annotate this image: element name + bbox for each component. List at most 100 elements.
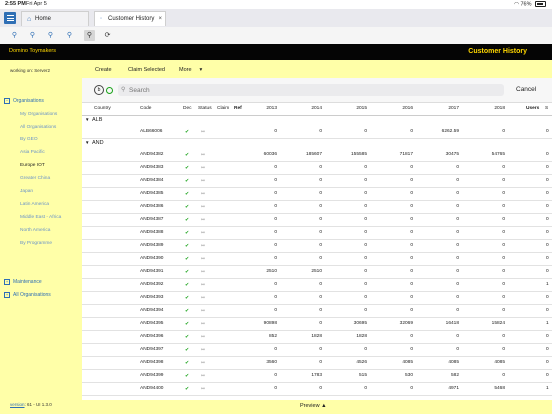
col-2017[interactable]: 2017 (448, 106, 459, 111)
link-icon[interactable]: ⚯ (201, 204, 205, 210)
caret-down-icon[interactable]: ▼ (85, 140, 89, 145)
table-row[interactable]: AND94389 ✔ ⚯ 0 0 0 0 0 0 0 (82, 239, 552, 253)
table-row[interactable]: AND94393 ✔ ⚯ 0 0 0 0 0 0 0 (82, 291, 552, 305)
table-row[interactable]: AND94394 ✔ ⚯ 0 0 0 0 0 0 0 (82, 304, 552, 318)
link-icon[interactable]: ⚯ (201, 360, 205, 366)
table-row[interactable]: AND94384 ✔ ⚯ 0 0 0 0 0 0 0 (82, 174, 552, 188)
table-row[interactable]: AND94400 ✔ ⚯ 0 0 0 0 4971 5468 1 (82, 382, 552, 396)
link-icon[interactable]: ⚯ (201, 308, 205, 314)
group-row[interactable]: ▼ AND (82, 138, 552, 148)
menu-icon[interactable] (4, 12, 16, 24)
link-icon[interactable]: ⚯ (201, 386, 205, 392)
cell-year-value: 0 (502, 269, 505, 274)
sidebar-item-greater-china[interactable]: Greater China (20, 176, 50, 181)
checkmark-icon: ✔ (185, 229, 190, 236)
link-icon[interactable]: ⚯ (201, 347, 205, 353)
cell-year-value: 4085 (402, 360, 413, 365)
claim-selected-button[interactable]: Claim Selected (128, 67, 165, 73)
col-code[interactable]: Code (140, 106, 151, 111)
table-row[interactable]: AND94390 ✔ ⚯ 0 0 0 0 0 0 0 (82, 252, 552, 266)
cancel-button[interactable]: Cancel (516, 86, 536, 93)
link-icon[interactable]: ⚯ (201, 269, 205, 275)
sidebar-item-europe-iot[interactable]: Europe IOT (20, 163, 45, 168)
table-row[interactable]: AND94395 ✔ ⚯ 90898 0 30695 32069 16418 15824 1 (82, 317, 552, 331)
table-row[interactable]: AND94386 ✔ ⚯ 0 0 0 0 0 0 0 (82, 200, 552, 214)
tab-home[interactable]: ⌂ Home (21, 11, 89, 26)
table-row[interactable]: ALB66006 ✔ ⚯ 0 0 0 0 6262.59 0 0 (82, 125, 552, 139)
tool-a-icon[interactable]: ⚲ (9, 30, 20, 41)
sidebar-section-organisations[interactable]: − Organisations (4, 98, 44, 104)
col-s[interactable]: S (545, 106, 548, 111)
col-2014[interactable]: 2014 (311, 106, 322, 111)
link-icon[interactable]: ⚯ (201, 282, 205, 288)
search-input[interactable] (129, 85, 489, 95)
table-row[interactable]: AND94396 ✔ ⚯ 852 1828 1828 0 0 0 0 (82, 330, 552, 344)
table-row[interactable]: AND94397 ✔ ⚯ 0 0 0 0 0 0 0 (82, 343, 552, 357)
tool-c-icon[interactable]: ⚲ (45, 30, 56, 41)
table-row[interactable]: AND94392 ✔ ⚯ 0 0 0 0 0 0 1 (82, 278, 552, 292)
status-dot-icon[interactable] (106, 86, 113, 94)
col-dec[interactable]: Dec (183, 106, 192, 111)
col-country[interactable]: Country (94, 106, 111, 111)
link-icon[interactable]: ⚯ (201, 178, 205, 184)
sidebar-item-north-america[interactable]: North America (20, 228, 50, 233)
table-row[interactable]: AND94383 ✔ ⚯ 0 0 0 0 0 0 0 (82, 161, 552, 175)
group-row[interactable]: ▼ ALB (82, 115, 552, 125)
link-icon[interactable]: ⚯ (201, 256, 205, 262)
sidebar-item-japan[interactable]: Japan (20, 189, 33, 194)
table-row[interactable]: AND94388 ✔ ⚯ 0 0 0 0 0 0 0 (82, 226, 552, 240)
sidebar-item-my-organisations[interactable]: My Organisations (20, 112, 57, 117)
table-row[interactable]: AND94398 ✔ ⚯ 3560 0 4526 4085 4085 4085 0 (82, 356, 552, 370)
col-2016[interactable]: 2016 (402, 106, 413, 111)
link-icon[interactable]: ⚯ (201, 165, 205, 171)
cell-year-value: 0 (274, 129, 277, 134)
table-row[interactable]: AND94387 ✔ ⚯ 0 0 0 0 0 0 0 (82, 213, 552, 227)
col-claim[interactable]: Claim (217, 106, 229, 111)
col-ref[interactable]: Ref (234, 106, 242, 111)
col-2018[interactable]: 2018 (494, 106, 505, 111)
col-2013[interactable]: 2013 (266, 106, 277, 111)
checkmark-icon: ✔ (185, 281, 190, 288)
col-2015[interactable]: 2015 (356, 106, 367, 111)
link-icon[interactable]: ⚯ (201, 334, 205, 340)
link-icon[interactable]: ⚯ (201, 321, 205, 327)
link-icon[interactable]: ⚯ (201, 191, 205, 197)
tab-customer-history[interactable]: ▫ Customer History × (94, 11, 166, 26)
sidebar-item-middle-east-africa[interactable]: Middle East - Africa (20, 215, 61, 220)
col-status[interactable]: Status (198, 106, 212, 111)
sidebar-section-label: Maintenance (13, 279, 42, 285)
link-icon[interactable]: ⚯ (201, 295, 205, 301)
tool-d-icon[interactable]: ⚲ (64, 30, 75, 41)
preview-toggle[interactable]: Preview ▲ (300, 403, 327, 409)
sidebar-section-maintenance[interactable]: + Maintenance (4, 279, 42, 285)
sidebar-item-by-geo[interactable]: By GEO (20, 137, 38, 142)
col-users[interactable]: Users (526, 106, 539, 111)
search-tool-icon[interactable]: ⚲ (84, 30, 95, 41)
refresh-icon[interactable]: ⟳ (102, 30, 113, 41)
link-icon[interactable]: ⚯ (201, 230, 205, 236)
tool-b-icon[interactable]: ⚲ (27, 30, 38, 41)
cell-year-value: 0 (456, 243, 459, 248)
cell-year-value: 0 (274, 347, 277, 352)
caret-down-icon[interactable]: ▼ (85, 117, 89, 122)
create-button[interactable]: Create (95, 67, 112, 73)
table-row[interactable]: AND94391 ✔ ⚯ 2510 2510 0 0 0 0 0 (82, 265, 552, 279)
sidebar-item-all-organisations[interactable]: All Organisations (20, 125, 56, 130)
cell-year-value: 0 (502, 129, 505, 134)
link-icon[interactable]: ⚯ (201, 217, 205, 223)
sidebar-section-all-organisations[interactable]: + All Organisations (4, 292, 51, 298)
link-icon[interactable]: ⚯ (201, 152, 205, 158)
sidebar-item-asia-pacific[interactable]: Asia Pacific (20, 150, 45, 155)
table-row[interactable]: AND94382 ✔ ⚯ 60036 185607 155585 71817 30475 547… (82, 148, 552, 162)
sidebar-item-latin-america[interactable]: Latin America (20, 202, 49, 207)
more-button[interactable]: More ▾ (179, 67, 202, 73)
sidebar-item-by-programme[interactable]: By Programme (20, 241, 52, 246)
close-icon[interactable]: × (158, 16, 162, 22)
version-link[interactable]: version (10, 402, 25, 407)
table-row[interactable]: AND94399 ✔ ⚯ 0 1783 515 530 582 0 0 (82, 369, 552, 383)
link-icon[interactable]: ⚯ (201, 243, 205, 249)
table-row[interactable]: AND94385 ✔ ⚯ 0 0 0 0 0 0 0 (82, 187, 552, 201)
filter-toggle-icon[interactable]: b (94, 85, 104, 95)
link-icon[interactable]: ⚯ (201, 373, 205, 379)
link-icon[interactable]: ⚯ (201, 129, 205, 135)
